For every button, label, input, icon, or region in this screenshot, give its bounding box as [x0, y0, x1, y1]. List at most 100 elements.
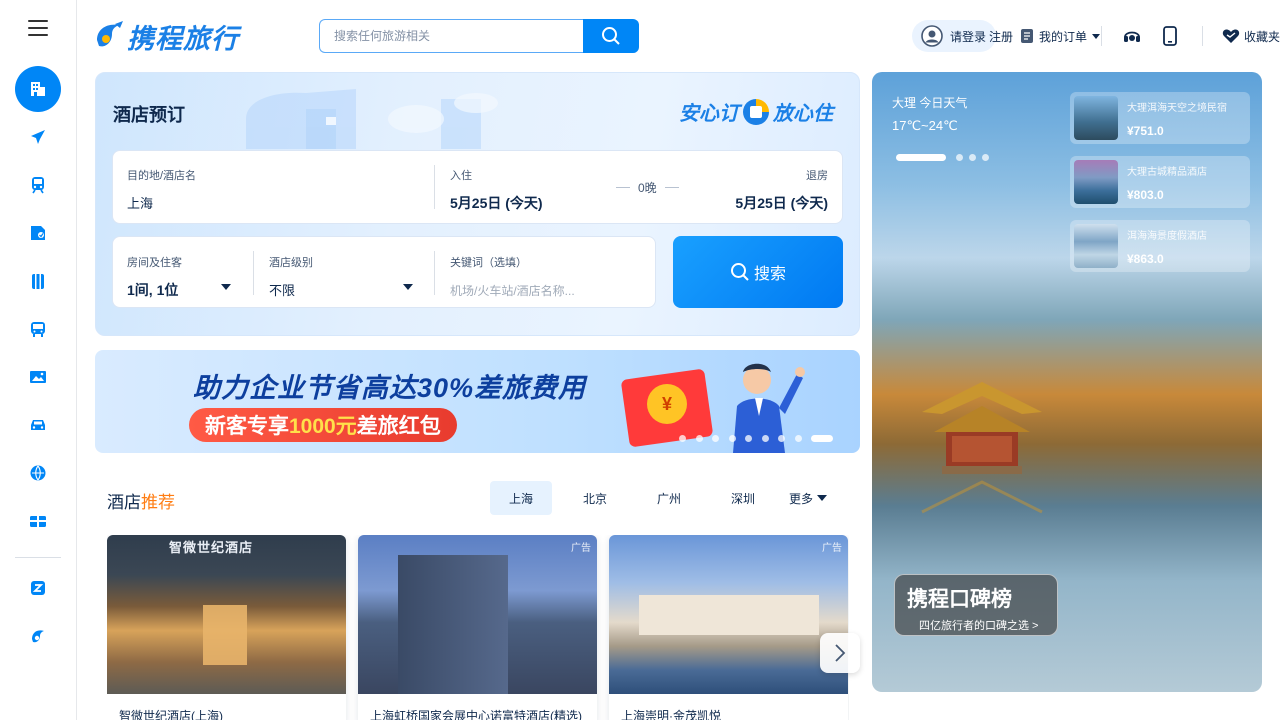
nights-value: 0晚: [638, 181, 657, 195]
hotel-photo: 广告: [609, 535, 848, 694]
ctrip-logo[interactable]: 携程旅行: [95, 18, 239, 54]
search-input[interactable]: [319, 19, 585, 53]
chevron-down-icon: [403, 284, 413, 290]
destination-promo[interactable]: 大理 今日天气 17℃~24℃ 大理洱海天空之境民宿 ¥751.0 大理古城精品…: [872, 72, 1262, 692]
order-document-icon: [1021, 29, 1033, 43]
app-root: 携程旅行 请登录 注册 我的订单 收藏夹: [0, 0, 1280, 720]
pagination-dot[interactable]: [728, 435, 736, 442]
field-divider: [253, 251, 254, 295]
favorites-label: 收藏夹: [1244, 29, 1280, 44]
keyword-placeholder: 机场/火车站/酒店名称...: [450, 284, 575, 298]
plane-icon: [31, 130, 45, 144]
rail-nav-bottom: [15, 565, 61, 661]
promo-hotel-text: 大理洱海天空之境民宿 ¥751.0: [1127, 99, 1227, 138]
pagination-dot[interactable]: [679, 435, 686, 442]
city-tabs: 上海 北京 广州 深圳 更多: [490, 481, 840, 515]
pagination-dot[interactable]: [778, 435, 785, 442]
chevron-down-icon: [817, 495, 827, 501]
promo-hotel-item[interactable]: 大理古城精品酒店 ¥803.0: [1070, 156, 1250, 208]
pagination-dot[interactable]: [956, 154, 963, 161]
rooms-value: 1间, 1位: [127, 282, 179, 298]
star-value: 不限: [269, 283, 296, 298]
tab-city-2[interactable]: 北京: [564, 481, 626, 515]
hotel-card[interactable]: 广告 上海虹桥国家会展中心诺富特酒店(精选): [358, 535, 597, 720]
global-search: [319, 19, 639, 53]
promo-banner[interactable]: 助力企业节省高达30%差旅费用 新客专享 1000元 差旅红包 ¥: [95, 350, 860, 453]
image-icon: [30, 371, 46, 383]
pagination-dot[interactable]: [712, 435, 719, 442]
pagination-dot[interactable]: [811, 435, 833, 442]
mobile-app-button[interactable]: [1163, 20, 1177, 52]
koubei-ranking-badge[interactable]: 携程口碑榜 四亿旅行者的口碑之选 >: [894, 574, 1058, 636]
header-divider: [1101, 26, 1102, 46]
rail-item-bus[interactable]: [15, 306, 61, 352]
destination-date-row: 目的地/酒店名 上海 入住 5月25日 (今天) 0晚 退房 5月25日 (今天…: [112, 150, 843, 224]
favorites-button[interactable]: 收藏夹: [1222, 20, 1280, 52]
tab-city-4[interactable]: 深圳: [712, 481, 774, 515]
promo-hotel-item[interactable]: 洱海海景度假酒店 ¥863.0: [1070, 220, 1250, 272]
checkout-value: 5月25日 (今天): [735, 195, 828, 211]
promo-hotel-item[interactable]: 大理洱海天空之境民宿 ¥751.0: [1070, 92, 1250, 144]
rail-nav: [15, 66, 61, 546]
checkout-label: 退房: [806, 170, 828, 182]
slogan-left: 安心订: [679, 103, 739, 125]
suitcase-icon: [32, 274, 44, 289]
hotel-star-dropdown[interactable]: 酒店级别 不限: [269, 254, 419, 299]
rail-item-gift-card[interactable]: [15, 498, 61, 544]
hotel-card[interactable]: 广告 上海崇明·金茂凯悦: [609, 535, 848, 720]
rail-item-business[interactable]: [15, 565, 61, 611]
register-link[interactable]: 注册: [989, 20, 1013, 52]
customer-service-button[interactable]: [1122, 20, 1142, 52]
koubei-title: 携程口碑榜: [907, 588, 1012, 611]
carousel-next-button[interactable]: [820, 633, 860, 673]
banner-offer-prefix: 新客专享: [205, 415, 289, 438]
gift-card-icon: [30, 516, 46, 527]
rail-item-global[interactable]: [15, 450, 61, 496]
banner-offer: 新客专享 1000元 差旅红包: [189, 408, 457, 442]
login-button[interactable]: 请登录: [912, 20, 997, 52]
recommend-title: 酒店推荐: [107, 488, 175, 513]
checkin-label: 入住: [450, 170, 472, 182]
pagination-dot[interactable]: [761, 435, 769, 442]
tab-more-dropdown[interactable]: 更多: [788, 481, 828, 515]
pagination-dot[interactable]: [982, 154, 989, 161]
tab-city-1[interactable]: 上海: [490, 481, 552, 515]
header-divider: [1202, 26, 1203, 46]
rail-item-hotel[interactable]: [15, 66, 61, 112]
globe-plane-icon: [30, 465, 46, 481]
promo-pagination: [896, 154, 995, 161]
pagination-dot[interactable]: [969, 154, 976, 161]
pagination-dot[interactable]: [794, 435, 802, 442]
keyword-field[interactable]: 关键词（选填） 机场/火车站/酒店名称...: [450, 254, 640, 299]
tab-city-3[interactable]: 广州: [638, 481, 700, 515]
checkin-value: 5月25日 (今天): [450, 195, 543, 211]
rail-item-photo[interactable]: [15, 354, 61, 400]
rail-item-travel[interactable]: [15, 258, 61, 304]
destination-field[interactable]: 目的地/酒店名 上海: [127, 167, 196, 212]
pagination-dot[interactable]: [745, 435, 752, 442]
rail-item-tickets[interactable]: [15, 210, 61, 256]
z-letter-icon: [31, 581, 45, 595]
promo-hotel-price: ¥803.0: [1127, 187, 1164, 202]
search-button[interactable]: [583, 19, 639, 53]
pagination-dot[interactable]: [896, 154, 946, 161]
hamburger-menu-icon[interactable]: [28, 20, 48, 38]
hotel-search-button[interactable]: 搜索: [673, 236, 843, 308]
rail-item-car[interactable]: [15, 402, 61, 448]
hotel-name: 上海虹桥国家会展中心诺富特酒店(精选): [370, 709, 582, 720]
my-orders-dropdown[interactable]: 我的订单: [1020, 20, 1101, 52]
rooms-guests-dropdown[interactable]: 房间及住客 1间, 1位: [127, 254, 237, 300]
chevron-down-icon: [1092, 33, 1101, 39]
hotel-photo: 广告: [358, 535, 597, 694]
hotel-card[interactable]: 智微世纪酒店 智微世纪酒店(上海): [107, 535, 346, 720]
checkin-field[interactable]: 入住 5月25日 (今天): [450, 167, 543, 213]
recommend-title-accent: 推荐: [141, 493, 175, 512]
rail-item-mascot[interactable]: [15, 613, 61, 659]
rail-item-flight[interactable]: [15, 114, 61, 160]
rail-item-train[interactable]: [15, 162, 61, 208]
hotel-building-illustration: [246, 89, 498, 149]
pagination-dot[interactable]: [695, 435, 703, 442]
left-rail: [0, 0, 77, 720]
checkout-field[interactable]: 退房 5月25日 (今天): [735, 167, 828, 213]
field-divider: [434, 165, 435, 209]
